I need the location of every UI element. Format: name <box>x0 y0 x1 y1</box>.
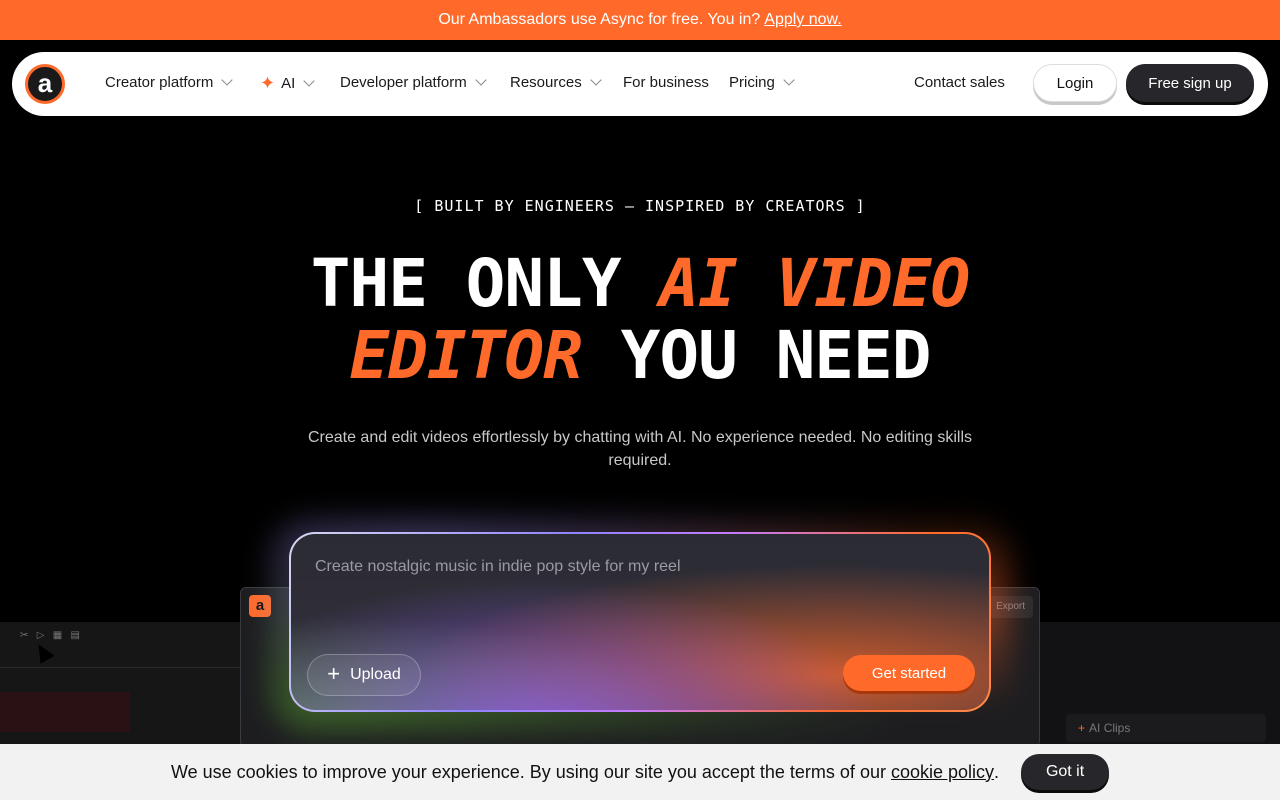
chevron-down-icon <box>221 74 234 86</box>
hero-eyebrow: [ BUILT BY ENGINEERS — INSPIRED BY CREAT… <box>414 197 866 215</box>
nav-ai[interactable]: ✦ AI <box>260 73 315 93</box>
nav-label: AI <box>281 74 296 92</box>
editor-side-panel-preview: + AI Clips <box>1040 622 1280 744</box>
nav-pricing[interactable]: Pricing <box>729 74 795 91</box>
nav-label: Creator platform <box>105 74 214 91</box>
prompt-input[interactable] <box>315 558 955 576</box>
main-navigation: a Creator platform ✦ AI Developer platfo… <box>12 52 1268 116</box>
hero-headline: THE ONLY AI VIDEO EDITOR YOU NEED <box>0 248 1280 392</box>
headline-line-1: THE ONLY AI VIDEO <box>0 248 1280 320</box>
hero-subtitle: Create and edit videos effortlessly by c… <box>307 429 973 469</box>
nav-resources[interactable]: Resources <box>510 74 602 91</box>
headline-text: YOU NEED <box>581 317 932 394</box>
nav-label: For business <box>623 74 709 91</box>
cookie-banner: We use cookies to improve your experienc… <box>0 744 1280 800</box>
ai-clips-item: + AI Clips <box>1066 714 1266 742</box>
timeline-tools-icon: ✂ ▷ ▦ ▤ <box>20 630 80 641</box>
free-signup-button[interactable]: Free sign up <box>1126 64 1254 102</box>
editor-timeline-preview: ✂ ▷ ▦ ▤ <box>0 622 280 744</box>
plus-icon: + <box>327 661 341 686</box>
contact-sales-label: Contact sales <box>914 74 1005 91</box>
async-logo[interactable]: a <box>25 64 65 104</box>
apply-now-link[interactable]: Apply now. <box>764 11 841 29</box>
nav-developer-platform[interactable]: Developer platform <box>340 74 487 91</box>
login-button[interactable]: Login <box>1033 64 1117 102</box>
upload-label: Upload <box>350 666 401 683</box>
nav-for-business[interactable]: For business <box>623 74 709 91</box>
editor-logo: a <box>249 595 271 617</box>
got-it-button[interactable]: Got it <box>1021 754 1110 790</box>
headline-highlight: AI VIDEO <box>659 245 970 322</box>
chevron-down-icon <box>783 74 795 86</box>
chevron-down-icon <box>590 74 602 86</box>
timeline-divider <box>0 667 240 668</box>
audio-waveform-track <box>0 692 130 732</box>
get-started-button[interactable]: Get started <box>843 655 975 691</box>
headline-line-2: EDITOR YOU NEED <box>0 320 1280 392</box>
prompt-box-inner: + Upload Get started <box>291 534 989 710</box>
cookie-text-end: . <box>994 761 1000 782</box>
announcement-banner: Our Ambassadors use Async for free. You … <box>0 0 1280 40</box>
upload-button[interactable]: + Upload <box>307 654 421 696</box>
logo-letter: a <box>37 67 53 98</box>
contact-sales-link[interactable]: Contact sales <box>914 74 1005 91</box>
prompt-box: + Upload Get started <box>289 532 991 712</box>
ai-clips-label: AI Clips <box>1089 721 1131 735</box>
cookie-text: We use cookies to improve your experienc… <box>170 761 886 782</box>
sparkle-icon: ✦ <box>260 73 276 93</box>
nav-label: Pricing <box>729 74 775 91</box>
cookie-policy-link[interactable]: cookie policy <box>891 762 994 783</box>
headline-highlight: EDITOR <box>349 317 582 394</box>
banner-text: Our Ambassadors use Async for free. You … <box>438 11 761 28</box>
nav-creator-platform[interactable]: Creator platform <box>105 74 234 91</box>
chevron-down-icon <box>475 74 487 86</box>
nav-label: Resources <box>510 74 582 91</box>
headline-text: THE ONLY <box>310 245 660 322</box>
chevron-down-icon <box>303 74 315 87</box>
plus-icon: + <box>1078 721 1086 735</box>
nav-label: Developer platform <box>340 74 467 91</box>
